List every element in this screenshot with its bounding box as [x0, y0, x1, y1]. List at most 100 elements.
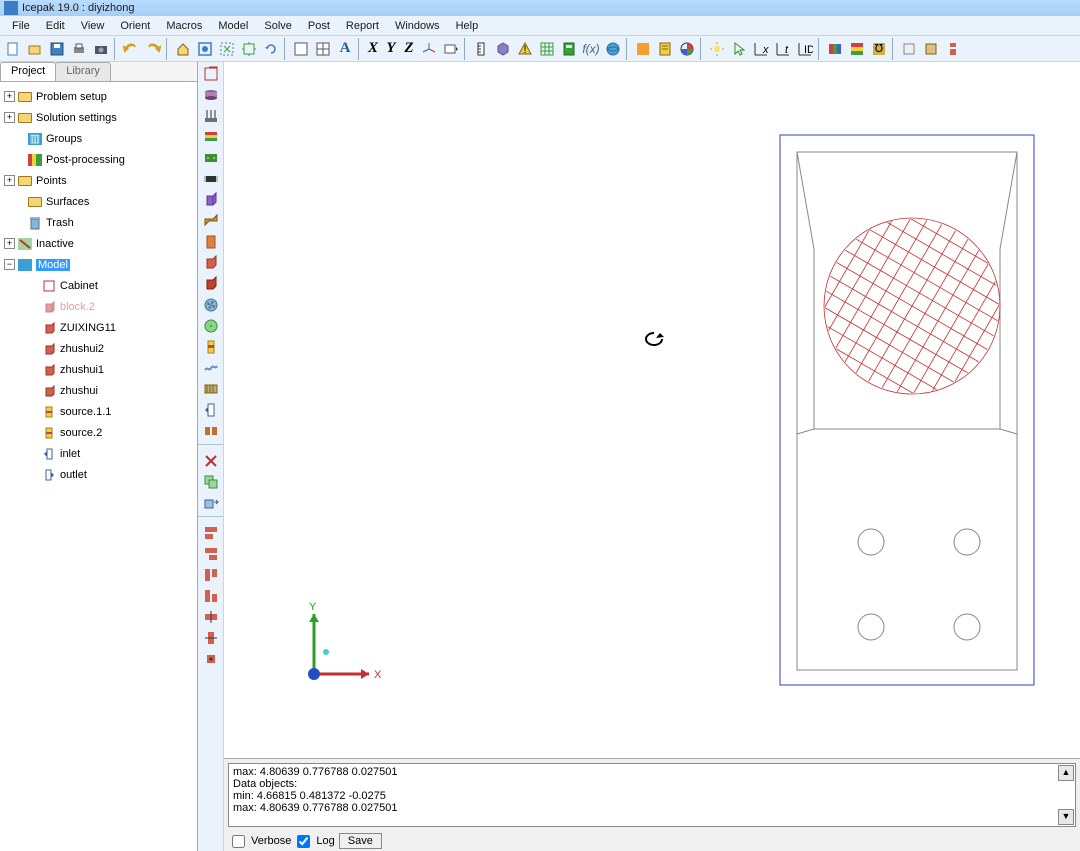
obj-periodic-button[interactable]: [200, 421, 222, 441]
tree-post-processing[interactable]: Post-processing: [2, 149, 195, 170]
tree-zhushui[interactable]: zhushui: [2, 380, 195, 401]
menu-view[interactable]: View: [73, 19, 113, 33]
axis-z-button[interactable]: Z: [400, 40, 418, 57]
tool-c-button[interactable]: [942, 38, 964, 60]
view-dropdown[interactable]: [440, 38, 462, 60]
log-checkbox[interactable]: [297, 835, 310, 848]
viewport[interactable]: X Y: [224, 62, 1080, 851]
tab-library[interactable]: Library: [55, 62, 111, 81]
zoom-area-button[interactable]: [216, 38, 238, 60]
tab-project[interactable]: Project: [0, 62, 56, 81]
calculator-button[interactable]: [558, 38, 580, 60]
tree-zuixing11[interactable]: ZUIXING11: [2, 317, 195, 338]
window-split-button[interactable]: [312, 38, 334, 60]
menu-report[interactable]: Report: [338, 19, 387, 33]
tree-inactive[interactable]: +Inactive: [2, 233, 195, 254]
obj-heatexch-button[interactable]: [200, 379, 222, 399]
rotate-button[interactable]: [260, 38, 282, 60]
tree-outlet[interactable]: outlet: [2, 464, 195, 485]
obj-wall-button[interactable]: [200, 232, 222, 252]
colormap-button[interactable]: [676, 38, 698, 60]
align-5-button[interactable]: [200, 607, 222, 627]
tree-groups[interactable]: ▥Groups: [2, 128, 195, 149]
new-button[interactable]: [2, 38, 24, 60]
solve-button[interactable]: [632, 38, 654, 60]
fit-button[interactable]: [194, 38, 216, 60]
home-button[interactable]: [172, 38, 194, 60]
tree-points[interactable]: +Points: [2, 170, 195, 191]
tree-model[interactable]: −Model: [2, 254, 195, 275]
align-7-button[interactable]: [200, 649, 222, 669]
obj-enclosure-button[interactable]: [200, 190, 222, 210]
tree-zhushui1[interactable]: zhushui1: [2, 359, 195, 380]
light-button[interactable]: [706, 38, 728, 60]
function-button[interactable]: f(x): [580, 38, 602, 60]
obj-pcb-button[interactable]: [200, 148, 222, 168]
obj-opening-button[interactable]: [200, 400, 222, 420]
copy-button[interactable]: [200, 472, 222, 492]
open-button[interactable]: [24, 38, 46, 60]
menu-macros[interactable]: Macros: [158, 19, 210, 33]
ruler-button[interactable]: [470, 38, 492, 60]
menu-post[interactable]: Post: [300, 19, 338, 33]
align-4-button[interactable]: [200, 586, 222, 606]
obj-cabinet-button[interactable]: [200, 64, 222, 84]
obj-gradient-button[interactable]: [200, 127, 222, 147]
menu-edit[interactable]: Edit: [38, 19, 73, 33]
tree-cabinet[interactable]: Cabinet: [2, 275, 195, 296]
zoom-fit-button[interactable]: [238, 38, 260, 60]
align-3-button[interactable]: [200, 565, 222, 585]
probe-x-button[interactable]: x: [750, 38, 772, 60]
tool-a-button[interactable]: [898, 38, 920, 60]
window-single-button[interactable]: [290, 38, 312, 60]
axis-x-button[interactable]: X: [364, 40, 382, 57]
verbose-checkbox[interactable]: [232, 835, 245, 848]
move-button[interactable]: [200, 493, 222, 513]
report-button[interactable]: [654, 38, 676, 60]
menu-windows[interactable]: Windows: [387, 19, 448, 33]
obj-source-button[interactable]: [200, 337, 222, 357]
print-button[interactable]: [68, 38, 90, 60]
palette1-button[interactable]: [824, 38, 846, 60]
delete-button[interactable]: [200, 451, 222, 471]
save-log-button[interactable]: Save: [339, 833, 382, 849]
axis-y-button[interactable]: Y: [382, 40, 400, 57]
obj-fan-button[interactable]: [200, 295, 222, 315]
iso-view-button[interactable]: [418, 38, 440, 60]
align-6-button[interactable]: [200, 628, 222, 648]
tree-source11[interactable]: source.1.1: [2, 401, 195, 422]
obj-assembly-button[interactable]: [200, 85, 222, 105]
undo-button[interactable]: [120, 38, 142, 60]
tool-b-button[interactable]: [920, 38, 942, 60]
scroll-down-button[interactable]: ▼: [1058, 809, 1074, 825]
text-tool-button[interactable]: A: [334, 38, 356, 60]
menu-model[interactable]: Model: [210, 19, 256, 33]
tree-zhushui2[interactable]: zhushui2: [2, 338, 195, 359]
obj-block-button[interactable]: [200, 253, 222, 273]
save-button[interactable]: [46, 38, 68, 60]
palette3-button[interactable]: ℧: [868, 38, 890, 60]
tree-source2[interactable]: source.2: [2, 422, 195, 443]
obj-heatsink-button[interactable]: [200, 106, 222, 126]
tree-surfaces[interactable]: Surfaces: [2, 191, 195, 212]
warning-button[interactable]: !: [514, 38, 536, 60]
globe-button[interactable]: [602, 38, 624, 60]
tree-problem-setup[interactable]: +Problem setup: [2, 86, 195, 107]
menu-help[interactable]: Help: [448, 19, 487, 33]
palette2-button[interactable]: [846, 38, 868, 60]
mesh-button[interactable]: [536, 38, 558, 60]
scroll-up-button[interactable]: ▲: [1058, 765, 1074, 781]
menu-solve[interactable]: Solve: [256, 19, 300, 33]
probe-id-button[interactable]: ID: [794, 38, 816, 60]
project-tree[interactable]: +Problem setup +Solution settings ▥Group…: [0, 82, 197, 851]
materials-button[interactable]: [492, 38, 514, 60]
obj-resistance-button[interactable]: [200, 358, 222, 378]
obj-package-button[interactable]: [200, 169, 222, 189]
obj-grille-button[interactable]: [200, 316, 222, 336]
probe-t-button[interactable]: t: [772, 38, 794, 60]
tree-inlet[interactable]: inlet: [2, 443, 195, 464]
menu-file[interactable]: File: [4, 19, 38, 33]
tree-solution-settings[interactable]: +Solution settings: [2, 107, 195, 128]
cursor-button[interactable]: [728, 38, 750, 60]
obj-plate-button[interactable]: [200, 211, 222, 231]
